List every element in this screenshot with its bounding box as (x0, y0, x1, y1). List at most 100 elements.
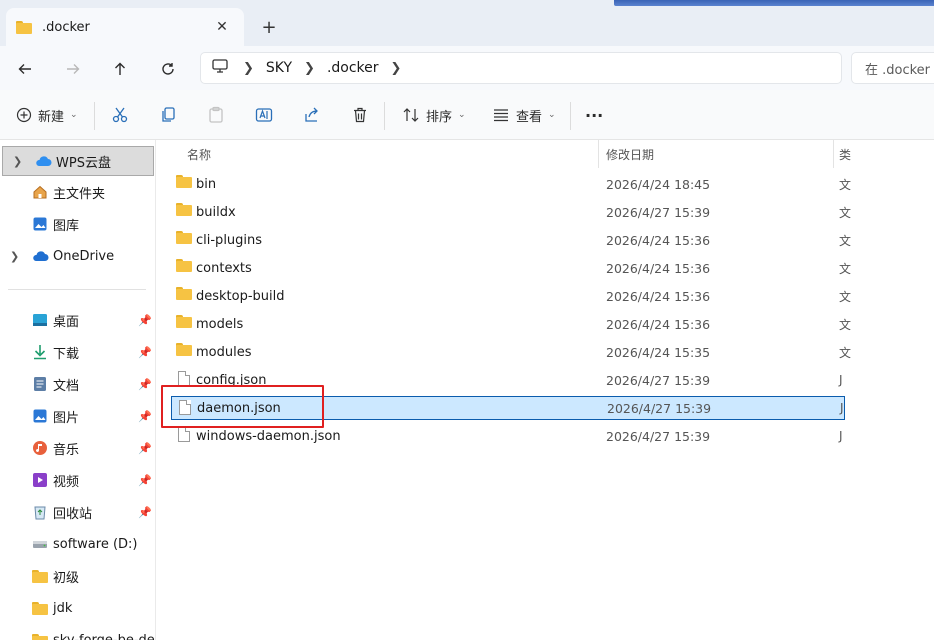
sidebar-item-desktop[interactable]: 桌面 📌 (0, 305, 155, 335)
window-accent (614, 0, 934, 6)
share-button[interactable] (303, 102, 321, 128)
pin-icon[interactable]: 📌 (138, 346, 152, 359)
sort-icon (403, 108, 419, 122)
column-header-modified[interactable]: 修改日期 (606, 140, 826, 168)
cut-button[interactable] (111, 102, 129, 128)
sidebar-item-music[interactable]: 音乐 📌 (0, 433, 155, 463)
pin-icon[interactable]: 📌 (138, 506, 152, 519)
sidebar-item-software-drive[interactable]: software (D:) (0, 529, 155, 559)
file-date: 2026/4/24 15:36 (606, 288, 711, 304)
view-icon (494, 109, 508, 122)
column-divider[interactable] (598, 140, 599, 168)
paste-button[interactable] (207, 102, 225, 128)
new-tab-button[interactable]: + (258, 16, 280, 38)
sidebar-item-folder[interactable]: 初级 (0, 561, 155, 591)
pin-icon[interactable]: 📌 (138, 410, 152, 423)
folder-icon (176, 231, 192, 247)
sidebar-item-label: 初级 (53, 570, 80, 586)
breadcrumb-docker[interactable]: .docker (327, 60, 379, 76)
sidebar-item-label: 主文件夹 (53, 186, 106, 202)
sidebar-item-videos[interactable]: 视频 📌 (0, 465, 155, 495)
sidebar-item-label: WPS云盘 (56, 155, 111, 171)
file-list: ^ 名称 修改日期 类 bin 2026/4/24 18:45 文 buildx… (157, 140, 934, 640)
file-row[interactable]: modules 2026/4/24 15:35 文 (171, 340, 851, 364)
sidebar-item-pictures[interactable]: 图片 📌 (0, 401, 155, 431)
sidebar-item-label: 回收站 (53, 506, 93, 522)
file-name: models (196, 316, 244, 332)
folder-icon (176, 259, 192, 275)
document-icon (31, 375, 49, 393)
address-bar[interactable]: ❯ SKY ❯ .docker ❯ (200, 52, 842, 84)
copy-button[interactable] (159, 102, 177, 128)
breadcrumb-sky[interactable]: SKY (266, 60, 292, 76)
file-name: desktop-build (196, 288, 285, 304)
sort-button[interactable]: 排序 ⌄ (402, 102, 466, 128)
file-type: 文 (839, 317, 852, 332)
refresh-icon (162, 63, 174, 75)
title-bar: .docker ✕ + (0, 0, 934, 46)
sort-label: 排序 (426, 109, 453, 125)
pin-icon[interactable]: 📌 (138, 314, 152, 327)
pin-icon[interactable]: 📌 (138, 474, 152, 487)
sidebar-item-sky-forge[interactable]: sky-forge-be-der (0, 625, 155, 640)
tab-docker[interactable]: .docker ✕ (6, 8, 244, 46)
column-divider[interactable] (833, 140, 834, 168)
file-type: 文 (839, 289, 852, 304)
rename-button[interactable] (255, 102, 273, 128)
sidebar-item-label: 桌面 (53, 314, 80, 330)
file-row[interactable]: cli-plugins 2026/4/24 15:36 文 (171, 228, 851, 252)
sidebar-item-wps-cloud[interactable]: ❯ WPS云盘 (2, 146, 154, 176)
chevron-down-icon: ⌄ (458, 110, 466, 120)
file-row[interactable]: bin 2026/4/24 18:45 文 (171, 172, 851, 196)
cloud-icon (34, 152, 52, 170)
sidebar-item-label: 视频 (53, 474, 80, 490)
up-button[interactable] (107, 56, 133, 82)
folder-icon (176, 203, 192, 219)
breadcrumb-chevron-icon[interactable]: ❯ (304, 61, 315, 76)
breadcrumb-chevron-icon[interactable]: ❯ (243, 61, 254, 76)
rename-icon (255, 108, 273, 122)
file-name: bin (196, 176, 217, 192)
file-date: 2026/4/24 18:45 (606, 176, 711, 192)
chevron-right-icon[interactable]: ❯ (10, 250, 19, 263)
file-row[interactable]: buildx 2026/4/27 15:39 文 (171, 200, 851, 224)
paste-icon (209, 106, 223, 123)
sidebar-item-downloads[interactable]: 下载 📌 (0, 337, 155, 367)
folder-icon (31, 631, 49, 640)
file-row[interactable]: desktop-build 2026/4/24 15:36 文 (171, 284, 851, 308)
pin-icon[interactable]: 📌 (138, 378, 152, 391)
more-options-button[interactable]: ··· (585, 102, 603, 128)
view-button[interactable]: 查看 ⌄ (492, 102, 556, 128)
sidebar-item-gallery[interactable]: 图库 (0, 209, 155, 239)
close-tab-icon[interactable]: ✕ (212, 17, 232, 37)
sidebar-item-label: jdk (53, 600, 73, 616)
forward-button[interactable] (60, 56, 86, 82)
file-row[interactable]: contexts 2026/4/24 15:36 文 (171, 256, 851, 280)
column-header-type[interactable]: 类 (839, 140, 859, 168)
gallery-icon (31, 215, 49, 233)
plus-circle-icon (16, 107, 32, 123)
sidebar-item-onedrive[interactable]: ❯ OneDrive (0, 241, 155, 271)
file-date: 2026/4/27 15:39 (606, 372, 711, 388)
chevron-right-icon[interactable]: ❯ (13, 155, 22, 168)
sidebar-item-home[interactable]: 主文件夹 (0, 177, 155, 207)
breadcrumb-chevron-icon[interactable]: ❯ (391, 61, 402, 76)
back-button[interactable] (12, 56, 38, 82)
column-header-name[interactable]: 名称 (187, 140, 597, 168)
pin-icon[interactable]: 📌 (138, 442, 152, 455)
sidebar-item-documents[interactable]: 文档 📌 (0, 369, 155, 399)
refresh-button[interactable] (155, 56, 181, 82)
home-icon (31, 183, 49, 201)
toolbar-divider (94, 102, 95, 130)
sidebar-item-recycle-bin[interactable]: 回收站 📌 (0, 497, 155, 527)
chevron-down-icon: ⌄ (70, 110, 78, 120)
delete-button[interactable] (351, 102, 369, 128)
share-icon (305, 107, 318, 122)
video-icon (31, 471, 49, 489)
file-row[interactable]: models 2026/4/24 15:36 文 (171, 312, 851, 336)
folder-icon (176, 287, 192, 303)
sidebar-item-label: 文档 (53, 378, 80, 394)
sidebar-item-jdk[interactable]: jdk (0, 593, 155, 623)
new-button[interactable]: 新建 ⌄ (16, 102, 78, 128)
search-input[interactable]: 在 .docker 中搜索 (851, 52, 934, 84)
